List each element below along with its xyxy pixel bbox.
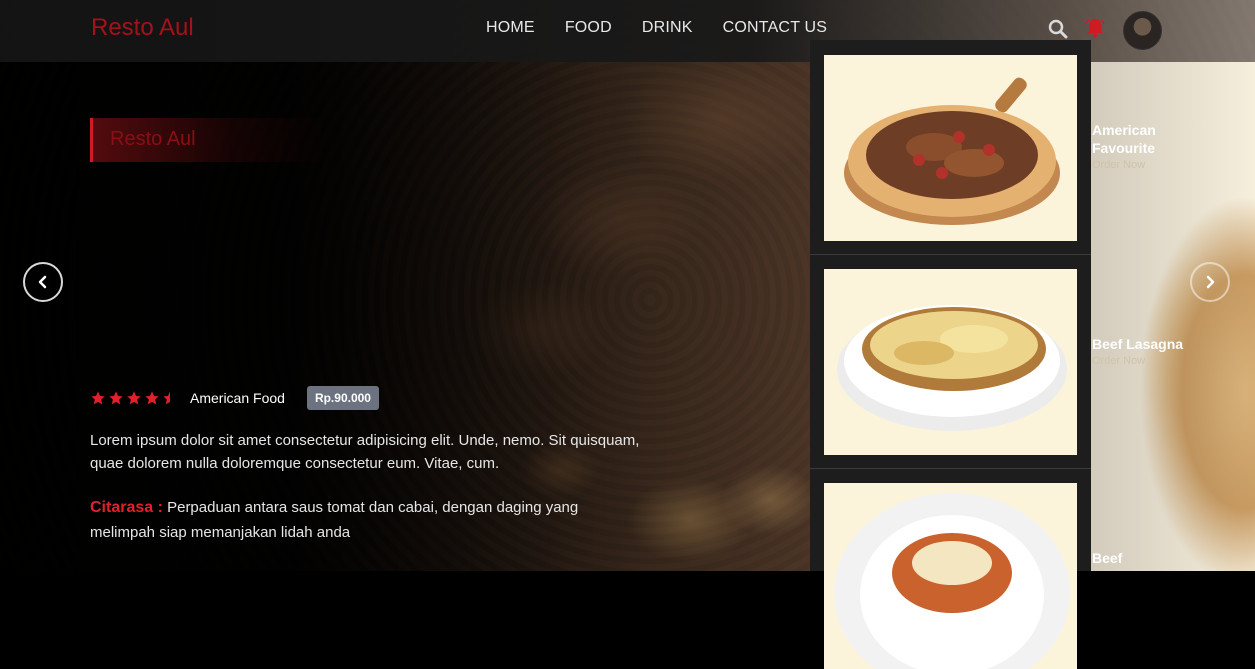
- nav-home[interactable]: HOME: [486, 19, 535, 37]
- nav-links: HOME FOOD DRINK CONTACT US: [486, 19, 827, 37]
- carousel-next-button[interactable]: [1190, 262, 1230, 302]
- star-half-icon: [163, 391, 170, 405]
- carousel-prev-button[interactable]: [23, 262, 63, 302]
- hero-overlay: [0, 0, 820, 571]
- lasagna-image: [824, 269, 1077, 455]
- chevron-right-icon: [1206, 275, 1215, 289]
- taste-text: Perpaduan antara saus tomat dan cabai, d…: [90, 499, 579, 541]
- side-item-title: American Favourite: [1092, 122, 1156, 156]
- star-rating: [90, 390, 178, 406]
- food-menu-panel: [810, 40, 1091, 669]
- user-avatar[interactable]: [1123, 11, 1162, 50]
- side-item-beef[interactable]: Beef: [1092, 549, 1192, 567]
- menu-card-lasagna[interactable]: [824, 269, 1077, 455]
- nav-drink[interactable]: DRINK: [642, 19, 693, 37]
- star-full-icon: [127, 391, 141, 405]
- side-item-american-favourite[interactable]: American Favourite Order Now: [1092, 121, 1192, 171]
- search-icon[interactable]: [1048, 19, 1068, 39]
- taste-label: Citarasa :: [90, 499, 163, 516]
- food-description: Lorem ipsum dolor sit amet consectetur a…: [90, 432, 640, 472]
- side-item-title: Beef Lasagna: [1092, 336, 1184, 352]
- hero-title: Resto Aul: [110, 128, 196, 150]
- order-now-link[interactable]: Order Now: [1092, 159, 1192, 171]
- side-item-beef-lasagna[interactable]: Beef Lasagna Order Now: [1092, 335, 1192, 367]
- menu-divider: [810, 468, 1091, 469]
- hero-title-badge: Resto Aul: [90, 118, 323, 162]
- spaghetti-image: [824, 483, 1077, 669]
- side-item-title: Beef: [1092, 550, 1123, 566]
- bell-icon[interactable]: [1084, 17, 1106, 39]
- nav-contact-us[interactable]: CONTACT US: [723, 19, 828, 37]
- menu-divider: [810, 254, 1091, 255]
- brand-logo[interactable]: Resto Aul: [91, 14, 194, 42]
- price-badge: Rp.90.000: [306, 386, 379, 410]
- menu-card-pizza[interactable]: [824, 55, 1077, 241]
- food-category: American Food: [190, 390, 285, 406]
- chevron-left-icon: [38, 275, 47, 289]
- taste-description: Citarasa : Perpaduan antara saus tomat d…: [90, 495, 610, 545]
- menu-card-spaghetti[interactable]: [824, 483, 1077, 669]
- order-now-link[interactable]: Order Now: [1092, 355, 1192, 367]
- star-full-icon: [91, 391, 105, 405]
- nav-food[interactable]: FOOD: [565, 19, 612, 37]
- rating-row: American Food Rp.90.000: [90, 385, 379, 411]
- pizza-image: [824, 55, 1077, 241]
- star-full-icon: [109, 391, 123, 405]
- star-full-icon: [145, 391, 159, 405]
